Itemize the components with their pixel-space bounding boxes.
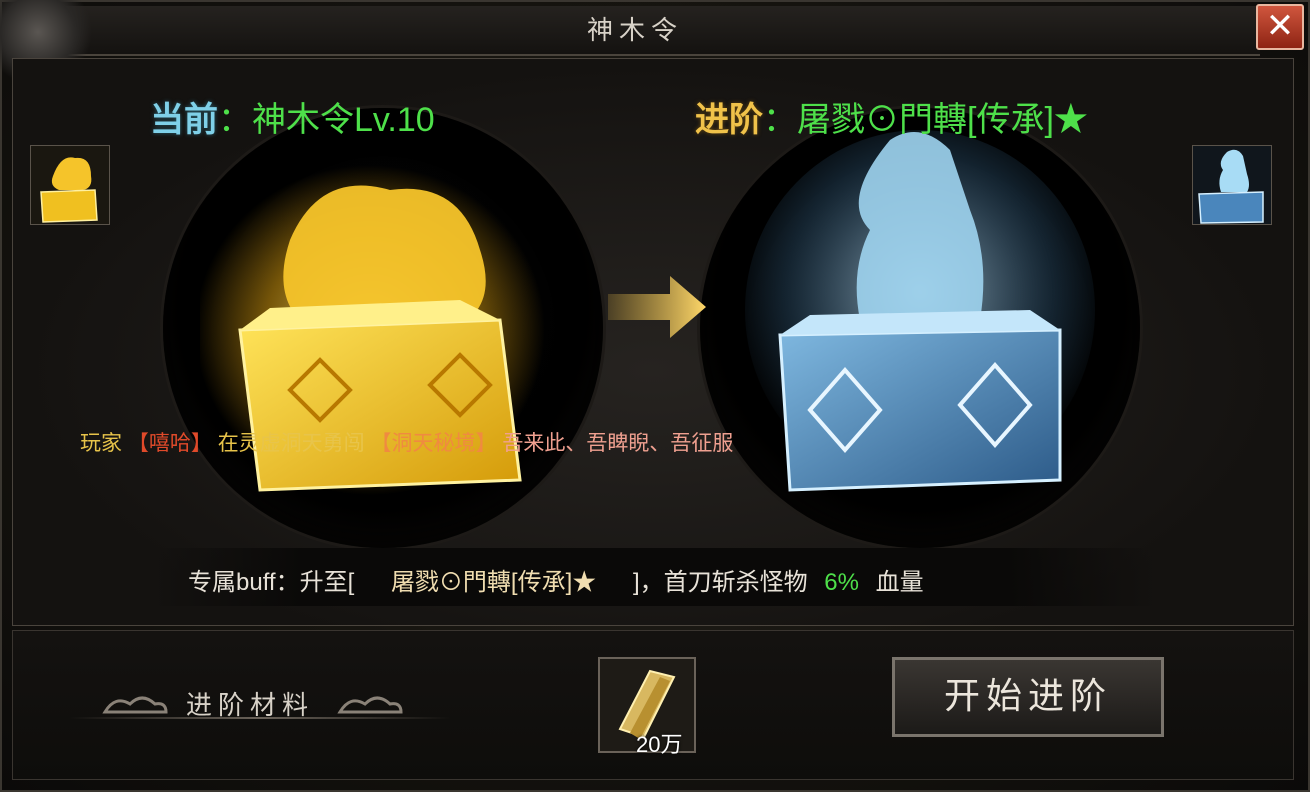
broadcast-part-5: 吾来此、吾睥睨、吾征服 [502,432,734,455]
close-button[interactable]: ✕ [1256,4,1304,50]
window-title: 神木令 [586,16,683,46]
next-item-thumbnail[interactable] [1192,145,1272,225]
cloud-ornament-icon [337,696,403,714]
broadcast-part-3: 在灵虚洞天勇闯 [217,432,365,455]
materials-label: 进阶材料 [186,691,315,721]
current-prefix: 当前 [150,100,218,140]
current-colon: ： [218,101,252,139]
golden-seal-thumb-icon [31,146,109,224]
current-item-thumbnail[interactable] [30,145,110,225]
current-item-name: 神木令Lv.10 [252,101,435,139]
buff-mid-text: ]，首刀斩杀怪物 [632,569,808,596]
broadcast-message: 玩家 【嘻哈】 在灵虚洞天勇闯 【洞天秘境】 吾来此、吾睥睨、吾征服 [80,427,733,457]
cloud-ornament-icon [102,696,168,714]
buff-description: 专属buff：升至[ 屠戮⊙門轉[传承]★ ]，首刀斩杀怪物 6% 血量 [188,562,924,597]
buff-percent: 6% [824,569,859,596]
next-colon: ： [763,101,797,139]
buff-unit: 血量 [875,569,924,596]
start-advance-button[interactable]: 开始进阶 [892,657,1164,737]
buff-item-name: 屠戮⊙門轉[传承]★ [390,569,597,596]
next-item-name: 屠戮⊙門轉[传承]★ [797,101,1088,139]
current-heading: 当前：神木令Lv.10 [150,92,435,141]
ice-seal-thumb-icon [1193,146,1271,224]
broadcast-player-name: 【嘻哈】 [127,432,212,455]
broadcast-part-1: 玩家 [80,432,122,455]
buff-label: 专属buff：升至[ [188,569,355,596]
upgrade-arrow-icon [608,276,706,338]
golden-seal-icon [200,165,545,495]
next-prefix: 进阶 [695,100,763,140]
broadcast-location: 【洞天秘境】 [370,432,497,455]
next-heading: 进阶：屠戮⊙門轉[传承]★ [695,92,1088,141]
material-count: 20万 [636,732,683,757]
ice-seal-icon [745,130,1095,492]
